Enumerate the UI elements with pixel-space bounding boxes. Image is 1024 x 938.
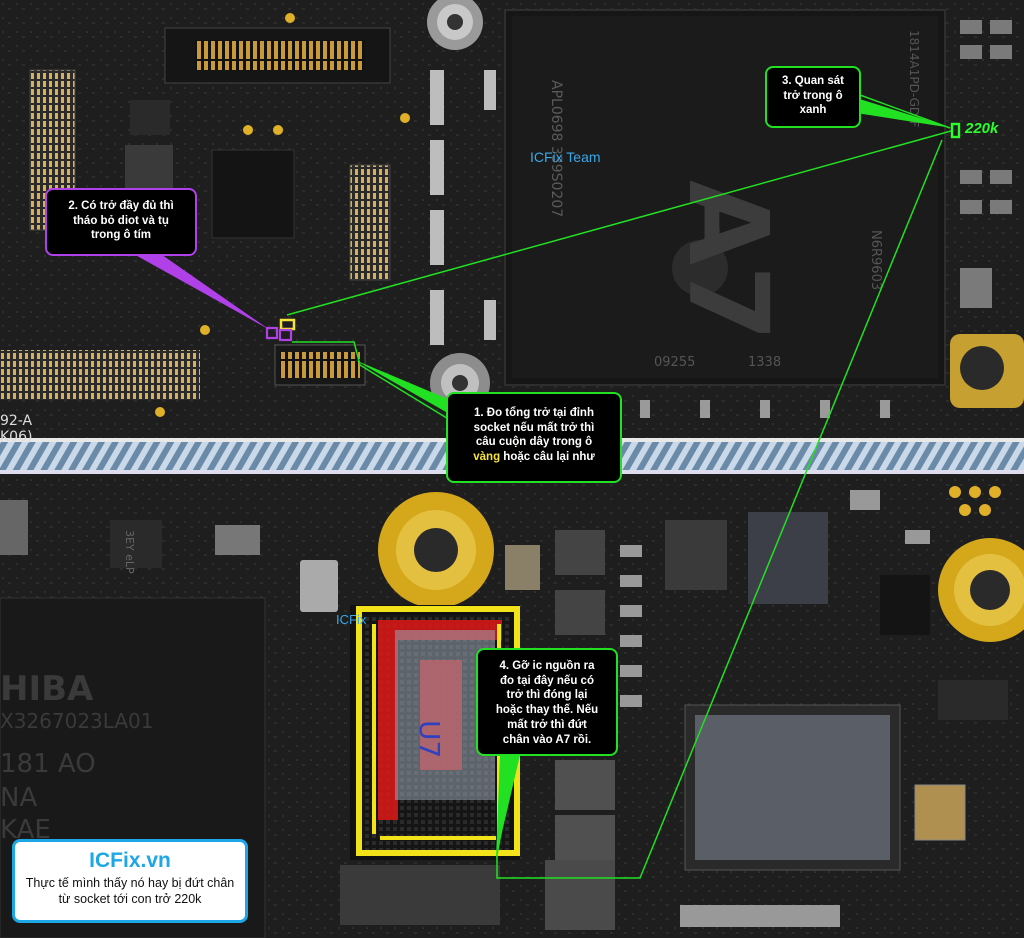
a7-logo-text: A7: [664, 180, 792, 342]
callout-step3-line3: xanh: [799, 104, 827, 117]
callout-step2-line3: trong ô tím: [90, 229, 152, 242]
callout-step1-line2: socket nếu mất trở thì: [473, 421, 595, 434]
team-watermark: ICFix Team: [530, 149, 601, 165]
callout-step4-line5: mất trở thì đứt: [507, 718, 587, 731]
nand-brand: HIBA: [0, 669, 94, 709]
callout-step1: 1. Đo tổng trở tại đỉnh socket nếu mất t…: [446, 392, 622, 483]
callout-step2: 2. Có trở đầy đủ thì tháo bỏ diot và tụ …: [45, 188, 197, 256]
brand-desc-line2: từ socket tới con trở 220k: [58, 891, 202, 906]
board-mark-1: 92-A: [0, 413, 33, 429]
callout-step2-line2: tháo bỏ diot và tụ: [73, 214, 169, 227]
nand-lot: 181 AO: [0, 749, 96, 779]
callout-step4: 4. Gỡ ic nguồn ra đo tại đây nếu có trở …: [476, 648, 618, 756]
gold-standoff-left: [378, 492, 494, 608]
icfix-watermark: ICFix: [336, 612, 367, 627]
callout-step2-line1: 2. Có trở đầy đủ thì: [68, 200, 174, 212]
nand-code: X3267023LA01: [0, 709, 154, 733]
callout-step1-line4-rest: hoặc câu lại như: [500, 451, 595, 464]
callout-step1-line4: vàng hoặc câu lại như: [456, 450, 612, 465]
callout-step1-highlight: vàng: [473, 451, 501, 464]
a7-code-1: 09255: [654, 355, 695, 370]
board-mark-2: K06): [0, 429, 32, 445]
callout-step4-line2: đo tại đây nếu có: [500, 674, 594, 687]
small-chip-mark: 3EY eLP: [123, 530, 136, 574]
photo-annotation: APL0698 339S0207 1814A1PD-GD-F A7 09255 …: [0, 0, 1024, 938]
brand-title: ICFix.vn: [89, 849, 171, 872]
callout-step1-line1: 1. Đo tổng trở tại đỉnh: [474, 407, 594, 419]
u7-label: U7: [413, 720, 446, 758]
gold-standoff-mid: [950, 334, 1024, 408]
callout-step3: 3. Quan sát trở trong ô xanh: [765, 66, 861, 128]
nand-na: NA: [0, 783, 37, 813]
brand-box: ICFix.vn Thực tế mình thấy nó hay bị đứt…: [12, 839, 248, 923]
a7-code-2: 1338: [748, 355, 781, 370]
callout-step3-line2: trở trong ô: [783, 89, 843, 102]
callout-step4-line4: hoặc thay thế. Nếu: [495, 704, 599, 717]
brand-description: Thực tế mình thấy nó hay bị đứt chân từ …: [15, 876, 245, 907]
callout-step4-line6: chân vào A7 rồi.: [502, 733, 592, 746]
resistor-220k-label: 220k: [965, 120, 999, 137]
brand-desc-line1: Thực tế mình thấy nó hay bị đứt chân: [25, 876, 235, 890]
callout-step1-line3: câu cuộn dây trong ô: [475, 436, 593, 449]
callout-step3-line1: 3. Quan sát: [782, 75, 844, 87]
a7-side-code: N6R9603: [868, 230, 883, 290]
callout-step4-line3: trở thì đóng lại: [506, 689, 588, 702]
callout-step4-line1: 4. Gỡ ic nguồn ra: [499, 660, 595, 672]
